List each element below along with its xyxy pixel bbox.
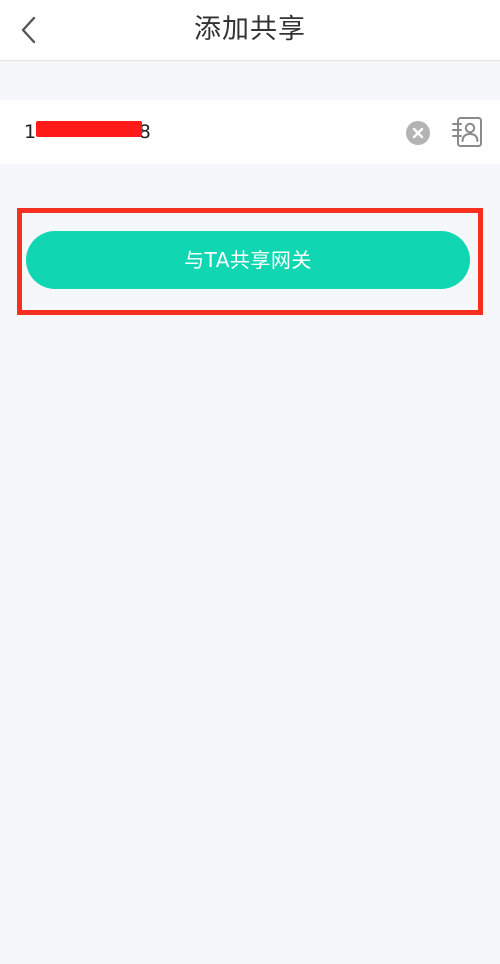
- chevron-left-icon: [21, 16, 36, 44]
- page-title: 添加共享: [194, 14, 306, 45]
- redaction-mark: [36, 121, 142, 137]
- top-bar: 添加共享: [0, 0, 500, 61]
- clear-input-button[interactable]: [406, 121, 430, 145]
- contacts-book-icon: [452, 117, 482, 147]
- clear-circle-icon: [412, 127, 424, 139]
- contacts-button[interactable]: [450, 115, 484, 149]
- share-gateway-button[interactable]: 与TA共享网关: [26, 231, 470, 289]
- back-button[interactable]: [8, 8, 52, 52]
